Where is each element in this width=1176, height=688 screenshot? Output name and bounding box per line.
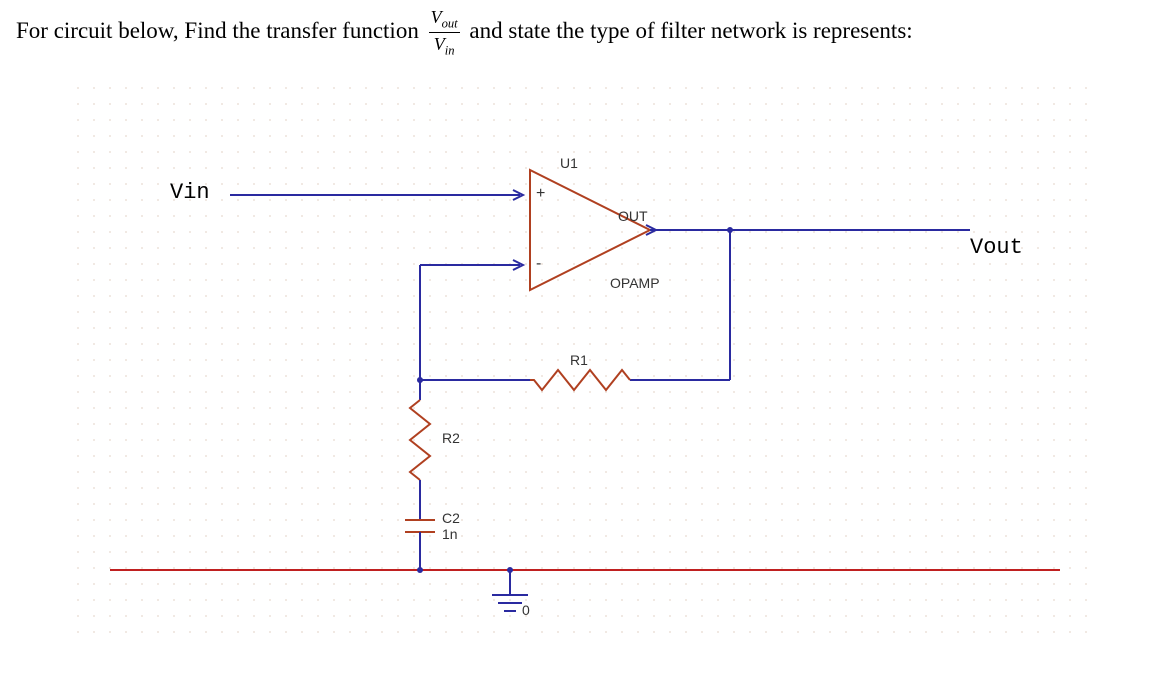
question-prefix: For circuit below, Find the transfer fun… <box>16 18 425 43</box>
vin-label: Vin <box>170 180 210 205</box>
out-pin-label: OUT <box>618 208 648 224</box>
node-gnd-tap <box>507 567 513 573</box>
r1-label: R1 <box>570 352 588 368</box>
opamp-triangle <box>530 170 650 290</box>
node-out <box>727 227 733 233</box>
gnd-label: 0 <box>522 602 530 618</box>
c2-label: C2 <box>442 510 460 526</box>
question-suffix: and state the type of filter network is … <box>469 18 912 43</box>
opamp-plus: + <box>536 185 545 203</box>
u1-label: U1 <box>560 155 578 171</box>
question-text: For circuit below, Find the transfer fun… <box>16 8 913 57</box>
r2-label: R2 <box>442 430 460 446</box>
vout-label: Vout <box>970 235 1023 260</box>
resistor-r2 <box>410 400 430 480</box>
circuit-diagram: Vin Vout U1 + - OUT OPAMP R1 R2 C2 1n 0 <box>70 80 1090 640</box>
transfer-fraction: Vout Vin <box>429 8 460 57</box>
resistor-r1 <box>530 370 630 390</box>
c2-value: 1n <box>442 526 458 542</box>
node-gnd-join <box>417 567 423 573</box>
opamp-minus: - <box>536 255 541 273</box>
opamp-label: OPAMP <box>610 275 660 291</box>
